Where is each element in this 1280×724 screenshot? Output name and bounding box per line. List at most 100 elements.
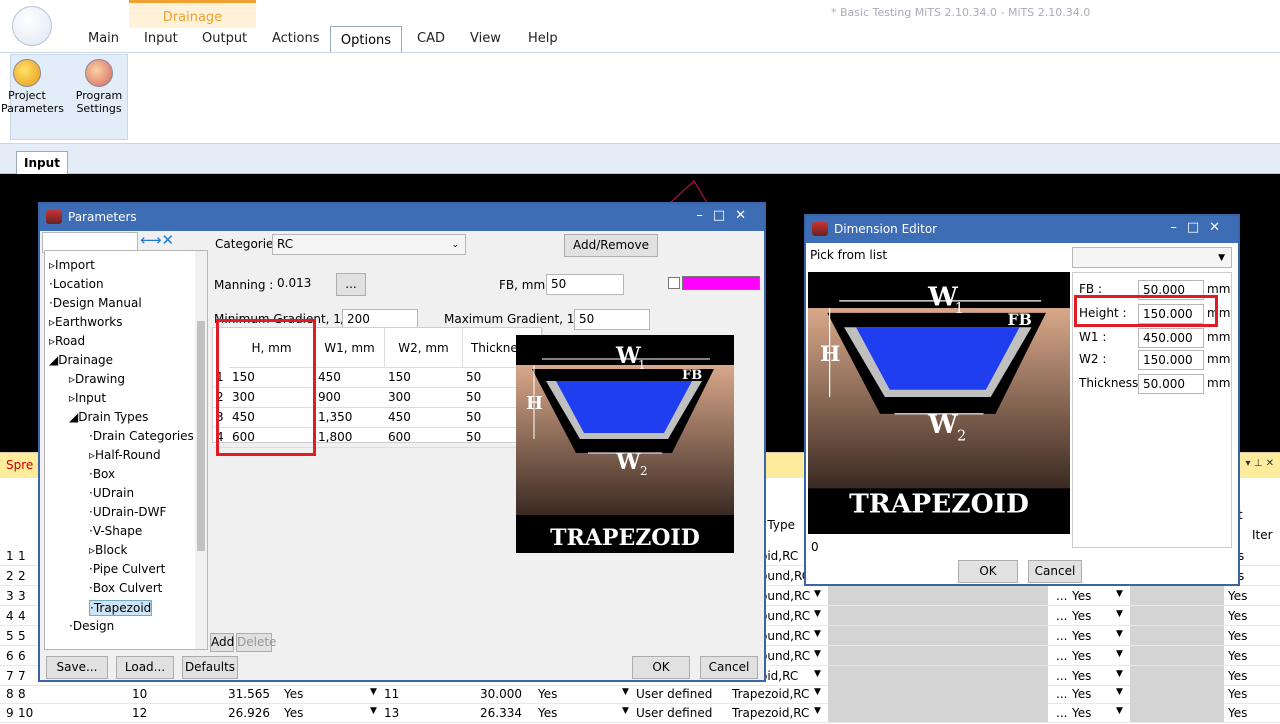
dim-thickness-input[interactable]: 50.000	[1138, 374, 1204, 394]
dim-thickness-unit: mm	[1207, 376, 1231, 390]
ribbon-body: Project Parameters Program Settings	[0, 52, 1280, 144]
dim-w2-label: W2 :	[1079, 352, 1107, 366]
add-remove-button[interactable]: Add/Remove	[564, 234, 658, 257]
tree-item-v-shape[interactable]: ·V-Shape	[89, 524, 142, 538]
dim-w1-input[interactable]: 450.000	[1138, 328, 1204, 348]
table-row[interactable]: 9 10 12 26.926 Yes ▼ 13 26.334 Yes ▼ User defined T…	[0, 703, 1280, 723]
parameters-titlebar[interactable]: Parameters –□✕	[40, 204, 764, 231]
cancel-button[interactable]: Cancel	[700, 656, 758, 679]
cell-w1[interactable]: 1,800	[315, 428, 385, 448]
pick-from-list-label: Pick from list	[810, 248, 888, 262]
tree-item-block[interactable]: ▹Block	[89, 543, 128, 557]
tree-item-trapezoid[interactable]: ·Trapezoid	[89, 600, 153, 616]
dimension-trapezoid-diagram: W 1 W 2 H FB TRAPEZOID	[808, 272, 1070, 534]
chevron-down-icon: ⌄	[451, 240, 459, 250]
tree-item-design-manual[interactable]: ·Design Manual	[49, 296, 142, 310]
tab-help[interactable]: Help	[528, 31, 558, 46]
highlight-height-field	[1074, 295, 1218, 327]
project-parameters-button[interactable]: Project Parameters	[1, 59, 64, 115]
tree-item-pipe-culvert[interactable]: ·Pipe Culvert	[89, 562, 165, 576]
manning-ellipsis-button[interactable]: ...	[336, 273, 366, 296]
cell-w2[interactable]: 300	[385, 388, 463, 408]
tree-scrollbar[interactable]	[195, 251, 207, 649]
pick-list-select[interactable]: ▼	[1072, 247, 1232, 268]
window-title: * Basic Testing MiTS 2.10.34.0 - MiTS 2.…	[831, 6, 1091, 19]
cell-w2[interactable]: 150	[385, 368, 463, 388]
tree-item-drawing[interactable]: ▹Drawing	[69, 372, 125, 386]
tree-item-drain-categories[interactable]: ·Drain Categories	[89, 429, 194, 443]
fb-diagram-label: FB	[1008, 310, 1032, 329]
app-logo-icon[interactable]	[12, 6, 52, 46]
tree-item-road[interactable]: ▹Road	[49, 334, 85, 348]
w2-label: W	[927, 409, 958, 440]
chevron-down-icon: ▼	[1218, 253, 1225, 263]
parameters-window-icon	[46, 210, 62, 224]
ribbon-tab-bar: Drainage Main Input Output Actions Optio…	[0, 0, 1280, 53]
col-header-w1[interactable]: W1, mm	[315, 328, 385, 368]
add-row-button[interactable]: Add	[210, 633, 234, 652]
col-header-w2[interactable]: W2, mm	[385, 328, 463, 368]
tab-output[interactable]: Output	[202, 31, 247, 46]
tree-item-earthworks[interactable]: ▹Earthworks	[49, 315, 123, 329]
load-button[interactable]: Load...	[116, 656, 174, 679]
w1-sub-label: 1	[955, 301, 964, 317]
expand-collapse-icon[interactable]: ⟷✕	[140, 231, 174, 249]
tree-item-design[interactable]: ·Design	[69, 619, 114, 633]
tab-view[interactable]: View	[470, 31, 501, 46]
manning-value: 0.013	[277, 276, 312, 290]
categories-select[interactable]: RC ⌄	[272, 234, 466, 255]
color-swatch[interactable]	[682, 276, 760, 290]
trapezoid-caption: TRAPEZOID	[550, 525, 700, 551]
pin-icon[interactable]: ▾ ⊥ ✕	[1246, 458, 1274, 469]
tree-item-udrain[interactable]: ·UDrain	[89, 486, 134, 500]
window-controls-icon[interactable]: –□✕	[1170, 220, 1230, 235]
color-checkbox[interactable]	[668, 277, 680, 289]
tree-item-udrain-dwf[interactable]: ·UDrain-DWF	[89, 505, 166, 519]
dim-fb-label: FB :	[1079, 282, 1102, 296]
dim-w2-input[interactable]: 150.000	[1138, 350, 1204, 370]
tree-item-import[interactable]: ▹Import	[49, 258, 95, 272]
tree-item-drainage[interactable]: ◢Drainage	[49, 353, 113, 367]
fb-diagram-label: FB	[682, 368, 702, 383]
tree-item-location[interactable]: ·Location	[49, 277, 104, 291]
tab-options[interactable]: Options	[330, 26, 402, 53]
dim-fb-unit: mm	[1207, 282, 1231, 296]
save-button[interactable]: Save...	[46, 656, 108, 679]
delete-row-button[interactable]: Delete	[236, 633, 276, 652]
dim-w1-unit: mm	[1207, 330, 1231, 344]
cell-w2[interactable]: 600	[385, 428, 463, 448]
fb-input[interactable]: 50	[546, 274, 624, 295]
dimension-editor-titlebar[interactable]: Dimension Editor –□✕	[806, 216, 1238, 243]
tree-item-box-culvert[interactable]: ·Box Culvert	[89, 581, 162, 595]
dim-ok-button[interactable]: OK	[958, 560, 1018, 583]
dim-cancel-button[interactable]: Cancel	[1028, 560, 1082, 583]
program-settings-button[interactable]: Program Settings	[73, 59, 125, 115]
defaults-button[interactable]: Defaults	[182, 656, 238, 679]
ok-button[interactable]: OK	[632, 656, 690, 679]
tab-actions[interactable]: Actions	[272, 31, 320, 46]
program-settings-label-1: Program	[75, 89, 123, 102]
window-controls-icon[interactable]: –□✕	[696, 208, 756, 223]
project-parameters-label-1: Project	[8, 89, 46, 102]
tree-item-input[interactable]: ▹Input	[69, 391, 106, 405]
cell-w1[interactable]: 450	[315, 368, 385, 388]
tab-cad[interactable]: CAD	[417, 31, 445, 46]
tree-item-half-round[interactable]: ▹Half-Round	[89, 448, 161, 462]
tree-item-box[interactable]: ·Box	[89, 467, 115, 481]
doc-tab-input[interactable]: Input	[16, 151, 68, 174]
cell-w2[interactable]: 450	[385, 408, 463, 428]
w2-sub-label: 2	[957, 428, 966, 444]
cell-w1[interactable]: 1,350	[315, 408, 385, 428]
w2-label: W	[615, 449, 641, 475]
cell-w1[interactable]: 900	[315, 388, 385, 408]
tab-input[interactable]: Input	[144, 31, 178, 46]
tree-item-drain-types[interactable]: ◢Drain Types	[69, 410, 148, 424]
trapezoid-diagram: W 1 W 2 H FB TRAPEZOID	[516, 335, 734, 553]
table-row[interactable]: 8 8 10 31.565 Yes ▼ 11 30.000 Yes ▼ User defined Tr…	[0, 684, 1280, 704]
tab-main[interactable]: Main	[88, 31, 119, 46]
trapezoid-caption: TRAPEZOID	[849, 488, 1029, 519]
options-ribbon-group: Project Parameters Program Settings	[1, 54, 128, 140]
manning-label: Manning :	[214, 278, 274, 292]
w2-sub-label: 2	[640, 464, 648, 478]
max-gradient-input[interactable]: 50	[574, 309, 650, 330]
